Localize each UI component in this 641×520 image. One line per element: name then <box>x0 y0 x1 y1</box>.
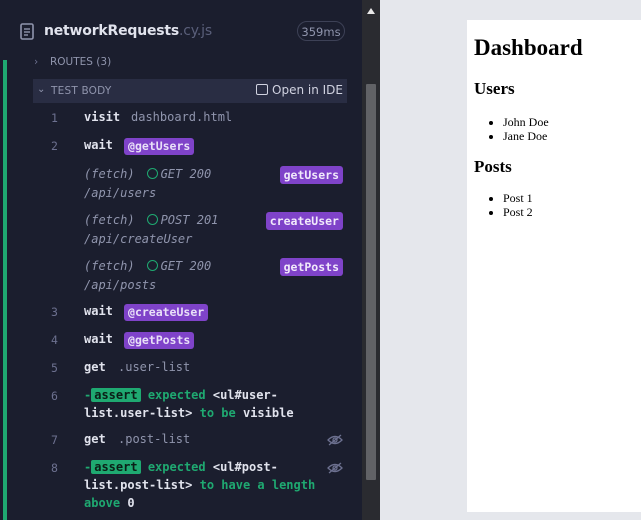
assert-message: - assert expected <ul#post- list.post-lis… <box>84 458 328 512</box>
open-in-ide-icon <box>256 84 269 95</box>
assert-selector: list.post-list> <box>84 478 193 492</box>
command-name: visit <box>84 110 121 124</box>
spec-name-base: networkRequests <box>44 23 180 39</box>
alias-badge[interactable]: getPosts <box>124 332 195 349</box>
open-in-ide-button[interactable]: Open in IDE <box>256 83 343 97</box>
user-list: John Doe Jane Doe <box>474 115 549 143</box>
command-message: .user-list <box>118 360 191 374</box>
assert-line-2: list.post-list> to have a length <box>84 476 328 494</box>
request-alias-badge[interactable]: getUsers <box>279 166 343 184</box>
request-alias-badge[interactable]: createUser <box>265 212 343 230</box>
command-number: 1 <box>51 111 58 125</box>
assert-line-2: list.user-list> to be visible <box>84 404 328 422</box>
spec-name-ext: .cy.js <box>179 23 212 39</box>
request-method: GET <box>160 167 183 181</box>
success-circle-icon <box>146 214 158 225</box>
spec-file-icon <box>20 23 34 40</box>
request-alias-badge[interactable]: getPosts <box>279 258 343 276</box>
assert-value: 0 <box>127 496 135 510</box>
eye-hidden-icon <box>327 462 343 474</box>
assert-badge: assert <box>91 388 141 402</box>
request-type: (fetch) <box>84 213 135 227</box>
command-number: 7 <box>51 433 58 447</box>
request-status: 200 <box>189 259 212 273</box>
scrollbar-thumb[interactable] <box>366 84 376 480</box>
command-name: wait <box>84 304 113 318</box>
assert-value: visible <box>242 406 294 420</box>
request-type: (fetch) <box>84 167 135 181</box>
request-info: (fetch) GET 200 <box>84 259 211 273</box>
request-url: /api/users <box>84 186 157 200</box>
assert-line-3: above 0 <box>84 494 328 512</box>
success-circle-icon <box>146 260 158 271</box>
success-circle-icon <box>146 168 158 179</box>
command-number: 5 <box>51 361 58 375</box>
app-title: Dashboard <box>474 35 583 60</box>
request-method: GET <box>160 259 183 273</box>
open-in-ide-label: Open in IDE <box>272 83 343 97</box>
request-info: (fetch) POST 201 <box>84 213 218 227</box>
command-log-panel: networkRequests.cy.js 359ms › ROUTES (3) … <box>0 0 380 520</box>
request-method: POST <box>160 213 190 227</box>
command-number: 2 <box>51 139 58 153</box>
command-name: get <box>84 360 106 374</box>
aut-iframe: Dashboard Users John Doe Jane Doe Posts … <box>467 20 641 512</box>
command-number: 4 <box>51 333 58 347</box>
users-heading: Users <box>474 79 515 98</box>
assert-selector: list.user-list> <box>84 406 193 420</box>
assert-text: above <box>84 496 121 510</box>
routes-toggle[interactable]: › ROUTES (3) <box>34 56 111 74</box>
chevron-right-icon: › <box>34 56 39 68</box>
assert-text: to have a length <box>199 478 316 492</box>
eye-hidden-icon <box>327 434 343 446</box>
list-item: Post 2 <box>503 205 533 219</box>
scroll-up-arrow-icon[interactable] <box>367 8 375 14</box>
assert-text: expected <box>147 460 206 474</box>
chevron-down-icon: ⌄ <box>37 84 46 95</box>
request-url: /api/createUser <box>84 232 193 246</box>
command-name: get <box>84 432 106 446</box>
command-list: 1 visit dashboard.html 2 wait getUsers (… <box>33 103 347 515</box>
post-list: Post 1 Post 2 <box>474 191 533 219</box>
assert-text: to be <box>199 406 236 420</box>
command-number: 3 <box>51 305 58 319</box>
request-url: /api/posts <box>84 278 157 292</box>
command-message: .post-list <box>118 432 191 446</box>
assert-message: - assert expected <ul#user- list.user-lis… <box>84 386 328 422</box>
assert-badge: assert <box>91 460 141 474</box>
assert-line-1: - assert expected <ul#post- <box>84 458 328 476</box>
command-number: 6 <box>51 389 58 403</box>
request-status: 200 <box>189 167 212 181</box>
command-name: wait <box>84 138 113 152</box>
assert-selector: <ul#user- <box>212 388 278 402</box>
alias-badge[interactable]: getUsers <box>124 138 195 155</box>
request-info: (fetch) GET 200 <box>84 167 211 181</box>
spec-duration-badge: 359ms <box>297 21 345 41</box>
assert-line-1: - assert expected <ul#user- <box>84 386 328 404</box>
test-body-header[interactable]: ⌄ TEST BODY Open in IDE <box>33 79 347 103</box>
assert-text: expected <box>147 388 206 402</box>
command-number: 8 <box>51 461 58 475</box>
spec-filename[interactable]: networkRequests.cy.js <box>44 23 212 39</box>
posts-heading: Posts <box>474 157 512 176</box>
assert-selector: <ul#post- <box>212 460 278 474</box>
list-item: Post 1 <box>503 191 533 205</box>
test-body-label: TEST BODY <box>51 85 112 97</box>
alias-badge[interactable]: createUser <box>124 304 209 321</box>
spec-header: networkRequests.cy.js 359ms <box>0 0 362 60</box>
request-type: (fetch) <box>84 259 135 273</box>
routes-label: ROUTES (3) <box>50 56 112 68</box>
list-item: Jane Doe <box>503 129 549 143</box>
command-message: dashboard.html <box>131 110 233 124</box>
request-status: 201 <box>196 213 219 227</box>
list-item: John Doe <box>503 115 549 129</box>
test-passed-indicator <box>3 60 7 520</box>
command-name: wait <box>84 332 113 346</box>
